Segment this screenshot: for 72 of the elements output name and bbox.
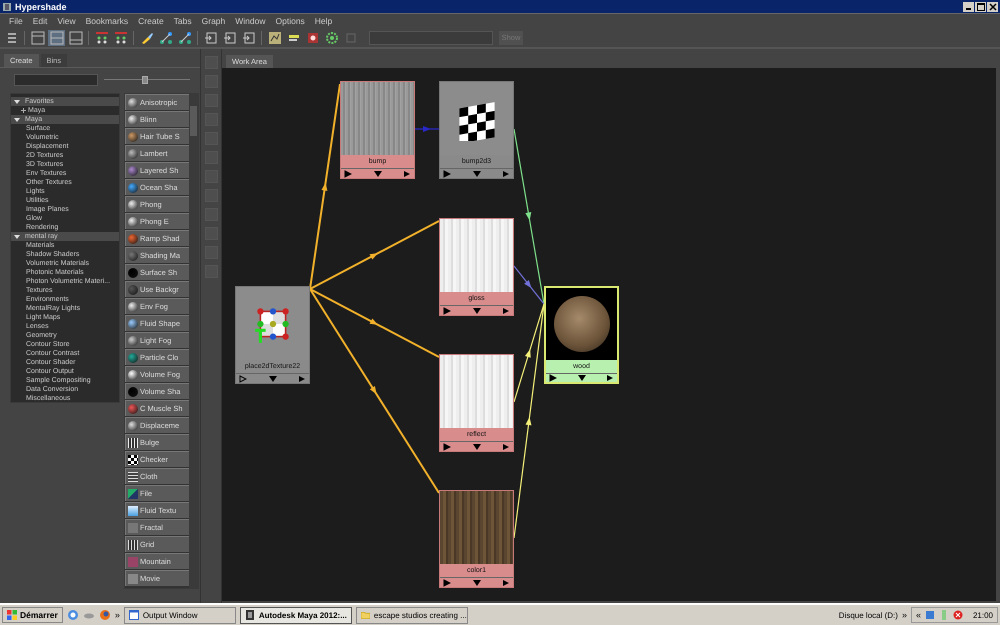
connection-arrow[interactable] [514,266,544,304]
expanded-arrow-icon[interactable] [14,98,20,104]
browser-e-icon[interactable] [66,609,79,621]
connected-nodes-icon[interactable] [176,30,193,46]
connected-nodes-icon[interactable] [157,30,174,46]
menu-item[interactable]: Graph [196,16,230,26]
connection-arrow[interactable] [310,220,440,290]
folder-icon [360,610,370,620]
texture-swatch-icon [128,506,138,516]
close-button[interactable] [987,2,998,12]
input-arrow-icon[interactable] [202,30,219,46]
windows-flag-icon [7,610,17,620]
taskbar-button[interactable]: escape studios creating ... [356,606,468,624]
panel-layout-icon[interactable] [67,30,84,46]
clock: 21:00 [972,610,993,620]
window-icon [128,610,139,620]
more-chevron[interactable]: » [114,610,120,620]
taskbar-button[interactable]: Autodesk Maya 2012:... [240,606,352,624]
filter-field[interactable] [14,74,98,86]
output-arrow-icon[interactable] [240,30,257,46]
collapse-chevron[interactable]: « [916,610,921,620]
toolbar-label: Disque local (D:) [838,610,898,620]
maximize-button[interactable] [975,2,986,12]
connection-arrow[interactable] [309,288,440,494]
menu-item[interactable]: Window [230,16,270,26]
menu-item[interactable]: Create [133,16,169,26]
window-title: Hypershade [15,2,67,12]
node-grid-icon[interactable] [112,30,129,46]
menu-item[interactable]: Bookmarks [80,16,134,26]
scrollbar[interactable] [189,94,198,588]
graph-icon[interactable] [266,30,283,46]
texture-swatch-icon [128,540,138,550]
menu-item[interactable]: Options [270,16,310,26]
node-grid-icon[interactable] [93,30,110,46]
two-way-arrow-icon[interactable] [221,30,238,46]
texture-swatch-icon [128,488,138,498]
app-window-icon [244,610,255,620]
connection-arrow[interactable] [513,128,545,304]
more-chevron[interactable]: » [902,610,907,620]
panel-layout-icon[interactable] [29,30,46,46]
connection-arrow[interactable] [309,84,341,290]
texture-swatch-icon [128,472,138,482]
gear-icon[interactable] [323,30,340,46]
plus-icon[interactable] [21,108,26,113]
texture-swatch-icon [128,454,138,464]
texture-swatch-icon [128,438,138,448]
text-field[interactable] [369,30,493,44]
minimize-icon [966,8,971,10]
menu-item[interactable]: File [4,16,28,26]
expanded-arrow-icon[interactable] [14,116,20,122]
icon-size-slider[interactable] [104,75,190,85]
expanded-arrow-icon[interactable] [14,234,20,240]
input-port-icon[interactable] [239,374,247,382]
close-icon [988,2,996,10]
connection-arrow[interactable] [310,288,440,358]
minimize-button[interactable] [963,2,974,12]
slider-thumb[interactable] [142,76,148,84]
shield-icon[interactable] [952,610,963,620]
menu-item[interactable]: View [52,16,81,26]
start-button[interactable]: Démarrer [2,607,63,623]
menu-item[interactable]: Tabs [168,16,197,26]
menu-item[interactable]: Edit [28,16,52,26]
texture-swatch-icon [128,556,138,566]
maximize-icon [976,2,984,10]
texture-swatch-icon [128,522,138,532]
menu-item[interactable]: Help [310,16,338,26]
taskbar-button[interactable]: Output Window [124,606,236,624]
texture-swatch-icon [128,574,138,584]
sphere-swatch [546,288,617,360]
panel-layout-icon[interactable] [48,30,65,46]
fox-browser-icon[interactable] [98,609,111,621]
app-icon [2,2,12,12]
